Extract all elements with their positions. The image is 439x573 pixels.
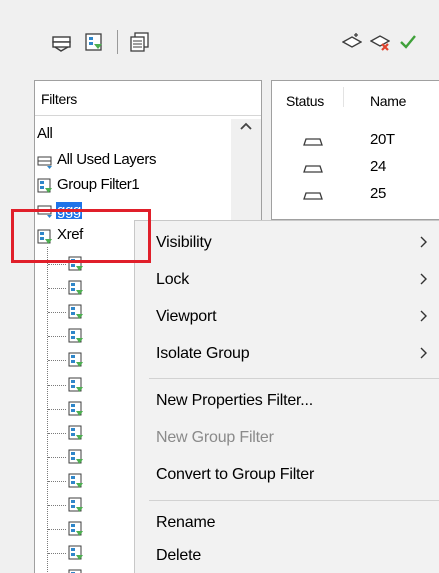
layer-states-manager-icon[interactable] <box>130 32 150 52</box>
menu-item-new-group-filter: New Group Filter <box>135 421 439 455</box>
group-filter-icon[interactable] <box>68 425 84 441</box>
tree-connector <box>47 247 48 573</box>
menu-label: Rename <box>156 514 216 531</box>
tree-connector-branch <box>48 505 66 506</box>
column-separator <box>343 87 344 107</box>
layer-name: 24 <box>370 158 386 175</box>
tree-connector-branch <box>48 480 66 482</box>
menu-label: New Group Filter <box>156 429 274 446</box>
menu-item-delete[interactable]: Delete <box>135 539 439 573</box>
menu-item-lock[interactable]: Lock <box>135 263 439 297</box>
tree-connector-branch <box>48 384 66 386</box>
new-group-filter-icon[interactable] <box>84 32 104 52</box>
menu-item-new-properties-filter[interactable]: New Properties Filter... <box>135 384 439 418</box>
layer-status-icon <box>303 192 323 200</box>
submenu-chevron-icon <box>420 347 427 359</box>
menu-item-isolate-group[interactable]: Isolate Group <box>135 337 439 371</box>
context-menu: Visibility Lock Viewport Isolate Group N… <box>134 220 439 573</box>
layer-status-icon <box>303 165 323 173</box>
submenu-chevron-icon <box>420 273 427 285</box>
menu-label: Visibility <box>156 234 212 251</box>
group-filter-icon[interactable] <box>68 521 84 537</box>
menu-label: Isolate Group <box>156 345 250 362</box>
tree-root-all[interactable]: All <box>37 125 53 142</box>
scroll-up-arrow-icon[interactable] <box>239 121 253 131</box>
menu-separator <box>149 378 439 379</box>
group-filter-icon[interactable] <box>68 545 84 561</box>
group-filter-icon[interactable] <box>68 449 84 465</box>
delete-layer-icon[interactable] <box>370 32 390 52</box>
tree-connector-branch <box>48 288 66 290</box>
toolbar-separator <box>117 30 118 54</box>
layer-name: 25 <box>370 185 386 202</box>
menu-item-convert-to-group-filter[interactable]: Convert to Group Filter <box>135 458 439 492</box>
group-filter-icon[interactable] <box>68 377 84 393</box>
header-divider <box>35 115 261 116</box>
menu-label: Delete <box>156 547 202 564</box>
layers-list-panel: Status Name 20T 24 25 <box>271 80 439 220</box>
group-filter-icon <box>37 178 52 193</box>
highlight-annotation-box <box>11 209 151 263</box>
filters-header: Filters <box>41 91 78 107</box>
menu-label: New Properties Filter... <box>156 392 314 409</box>
new-properties-filter-icon[interactable] <box>52 32 72 52</box>
tree-connector-branch <box>48 360 66 362</box>
column-header-status[interactable]: Status <box>286 93 324 109</box>
group-filter-icon[interactable] <box>68 304 84 320</box>
menu-item-viewport[interactable]: Viewport <box>135 300 439 334</box>
tree-connector-branch <box>48 264 66 265</box>
set-current-check-icon[interactable] <box>398 32 418 52</box>
tree-connector-branch <box>48 553 66 555</box>
menu-item-visibility[interactable]: Visibility <box>135 226 439 260</box>
layer-status-icon <box>303 138 323 146</box>
menu-label: Convert to Group Filter <box>156 466 315 483</box>
group-filter-icon[interactable] <box>68 497 84 513</box>
tree-item-group-filter1[interactable]: Group Filter1 <box>57 176 140 193</box>
tree-connector-branch <box>48 529 66 531</box>
used-layers-filter-icon <box>37 156 52 169</box>
layer-name: 20T <box>370 131 395 148</box>
menu-label: Lock <box>156 271 189 288</box>
new-layer-icon[interactable] <box>342 32 362 52</box>
submenu-chevron-icon <box>420 236 427 248</box>
column-header-name[interactable]: Name <box>370 93 406 109</box>
menu-item-rename[interactable]: Rename <box>135 506 439 540</box>
tree-connector-branch <box>48 432 66 434</box>
group-filter-icon[interactable] <box>68 569 84 573</box>
group-filter-icon[interactable] <box>68 328 84 344</box>
submenu-chevron-icon <box>420 310 427 322</box>
tree-connector-branch <box>48 408 66 410</box>
tree-connector-branch <box>48 312 66 314</box>
group-filter-icon[interactable] <box>68 280 84 296</box>
group-filter-icon[interactable] <box>68 401 84 417</box>
group-filter-icon[interactable] <box>68 473 84 489</box>
tree-connector-branch <box>48 456 66 458</box>
tree-item-all-used-layers[interactable]: All Used Layers <box>57 151 156 168</box>
menu-label: Viewport <box>156 308 217 325</box>
tree-connector-branch <box>48 336 66 338</box>
menu-separator <box>149 500 439 501</box>
group-filter-icon[interactable] <box>68 352 84 368</box>
